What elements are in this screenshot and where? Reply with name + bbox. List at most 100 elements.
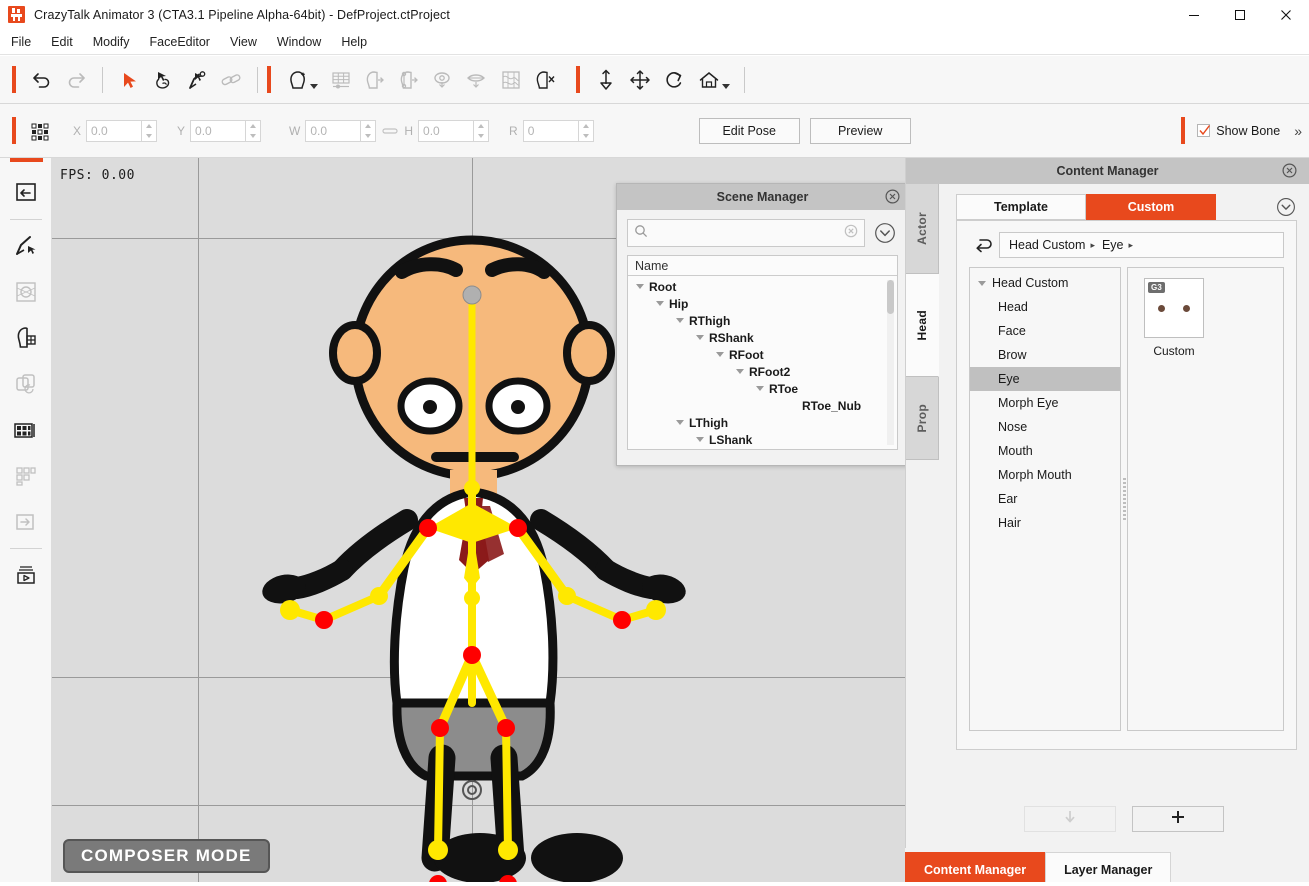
- y-step-up[interactable]: [246, 121, 260, 131]
- eye-edit-icon[interactable]: [426, 63, 460, 97]
- head-bone-icon[interactable]: [392, 63, 426, 97]
- w-stepper[interactable]: [361, 119, 377, 142]
- list-item[interactable]: Nose: [970, 415, 1120, 439]
- rail-sprite-circle-icon[interactable]: [0, 269, 52, 315]
- tree-row[interactable]: RShank: [628, 329, 897, 346]
- x-step-up[interactable]: [142, 121, 156, 131]
- menu-faceeditor[interactable]: FaceEditor: [141, 31, 219, 53]
- home-view-icon[interactable]: [691, 63, 735, 97]
- scene-search-input[interactable]: [652, 226, 844, 240]
- aspect-link-icon[interactable]: [380, 126, 400, 136]
- move-arrows-icon[interactable]: [623, 63, 657, 97]
- chevron-expanded-icon[interactable]: [676, 420, 684, 425]
- scene-search-box[interactable]: [627, 219, 865, 247]
- list-item[interactable]: Head: [970, 295, 1120, 319]
- redo-icon[interactable]: [59, 63, 93, 97]
- h-step-up[interactable]: [474, 121, 488, 131]
- rotate-icon[interactable]: [657, 63, 691, 97]
- head-remove-icon[interactable]: [528, 63, 562, 97]
- chevron-expanded-icon[interactable]: [978, 280, 986, 286]
- chevron-expanded-icon[interactable]: [716, 352, 724, 357]
- close-circle-icon[interactable]: [885, 189, 900, 207]
- scene-tree[interactable]: Name Root Hip RThigh RShank RFoot RFoot2…: [627, 255, 898, 450]
- select-arrow-icon[interactable]: [112, 63, 146, 97]
- breadcrumb[interactable]: Head Custom ▸ Eye ▸: [999, 232, 1284, 258]
- list-item[interactable]: Morph Mouth: [970, 463, 1120, 487]
- list-item-selected[interactable]: Eye: [970, 367, 1120, 391]
- sprite-editor-pen-icon[interactable]: [180, 63, 214, 97]
- r-step-up[interactable]: [579, 121, 593, 131]
- tree-row[interactable]: LShank: [628, 431, 897, 448]
- vtab-prop[interactable]: Prop: [906, 377, 939, 460]
- texture-map-icon[interactable]: [494, 63, 528, 97]
- maximize-icon[interactable]: [1217, 0, 1263, 29]
- menu-modify[interactable]: Modify: [84, 31, 139, 53]
- link-chain-icon[interactable]: [214, 63, 248, 97]
- tab-custom[interactable]: Custom: [1086, 194, 1216, 220]
- bottom-tab-layer-manager[interactable]: Layer Manager: [1045, 852, 1172, 886]
- eye-pair-thumbnail[interactable]: G3: [1144, 278, 1204, 338]
- list-item[interactable]: Morph Eye: [970, 391, 1120, 415]
- menu-file[interactable]: File: [2, 31, 40, 53]
- rail-project-icon[interactable]: [0, 170, 52, 216]
- r-stepper[interactable]: [578, 119, 594, 142]
- close-icon[interactable]: [1263, 0, 1309, 29]
- tree-row[interactable]: RFoot2: [628, 363, 897, 380]
- apply-to-actor-button[interactable]: [1024, 806, 1116, 832]
- r-input[interactable]: 0: [522, 119, 579, 142]
- rail-face-puppet-icon[interactable]: [0, 315, 52, 361]
- show-bone-toggle[interactable]: Show Bone: [1197, 124, 1280, 138]
- scene-manager-filter-dropdown-icon[interactable]: [872, 220, 898, 246]
- tree-row[interactable]: LThigh: [628, 414, 897, 431]
- bottom-tab-content-manager[interactable]: Content Manager: [905, 852, 1046, 886]
- list-item[interactable]: Brow: [970, 343, 1120, 367]
- y-step-down[interactable]: [246, 131, 260, 141]
- list-item[interactable]: Face: [970, 319, 1120, 343]
- chevron-expanded-icon[interactable]: [696, 335, 704, 340]
- chevron-expanded-icon[interactable]: [736, 369, 744, 374]
- clear-circle-icon[interactable]: [844, 224, 858, 243]
- close-circle-icon[interactable]: [1282, 163, 1297, 181]
- breadcrumb-item-0[interactable]: Head Custom: [1009, 238, 1085, 252]
- head-create-icon[interactable]: [280, 63, 324, 97]
- r-step-down[interactable]: [579, 131, 593, 141]
- toolbar-overflow-icon[interactable]: »: [1294, 123, 1302, 139]
- h-stepper[interactable]: [474, 119, 490, 142]
- list-item[interactable]: Head Custom: [970, 271, 1120, 295]
- add-to-library-button[interactable]: [1132, 806, 1224, 832]
- rail-composer-pen-icon[interactable]: [0, 223, 52, 269]
- vtab-head[interactable]: Head: [906, 274, 939, 377]
- chevron-down-icon[interactable]: [309, 83, 318, 89]
- rail-dots-grid-icon[interactable]: [0, 453, 52, 499]
- chevron-expanded-icon[interactable]: [636, 284, 644, 289]
- tree-row[interactable]: RToe_Nub: [628, 397, 897, 414]
- transform-anchor-grid-icon[interactable]: [25, 118, 55, 144]
- chevron-down-icon[interactable]: [721, 83, 730, 89]
- menu-help[interactable]: Help: [332, 31, 376, 53]
- grid-mesh-icon[interactable]: [324, 63, 358, 97]
- w-input[interactable]: 0.0: [305, 119, 362, 142]
- tree-row[interactable]: Root: [628, 278, 897, 295]
- rail-render-preview-icon[interactable]: [0, 552, 52, 598]
- scene-tree-scrollbar-thumb[interactable]: [887, 280, 894, 314]
- splitter-grip-icon[interactable]: [1122, 478, 1126, 520]
- tab-template[interactable]: Template: [956, 194, 1086, 220]
- tree-row[interactable]: RFoot: [628, 346, 897, 363]
- rail-motion-layer-icon[interactable]: [0, 361, 52, 407]
- list-item[interactable]: Mouth: [970, 439, 1120, 463]
- chevron-expanded-icon[interactable]: [676, 318, 684, 323]
- y-stepper[interactable]: [246, 119, 262, 142]
- head-profile-icon[interactable]: [358, 63, 392, 97]
- minimize-icon[interactable]: [1171, 0, 1217, 29]
- tree-row[interactable]: Hip: [628, 295, 897, 312]
- category-list[interactable]: Head Custom Head Face Brow Eye Morph Eye…: [969, 267, 1121, 731]
- scene-manager-panel[interactable]: Scene Manager Name Root Hip RThigh RShan…: [616, 183, 909, 466]
- edit-pose-button[interactable]: Edit Pose: [698, 117, 800, 144]
- chevron-expanded-icon[interactable]: [656, 301, 664, 306]
- vtab-actor[interactable]: Actor: [906, 184, 939, 274]
- content-item-grid[interactable]: G3 Custom: [1127, 267, 1284, 731]
- x-input[interactable]: 0.0: [86, 119, 143, 142]
- h-input[interactable]: 0.0: [418, 119, 475, 142]
- w-step-down[interactable]: [361, 131, 375, 141]
- breadcrumb-item-1[interactable]: Eye: [1102, 238, 1124, 252]
